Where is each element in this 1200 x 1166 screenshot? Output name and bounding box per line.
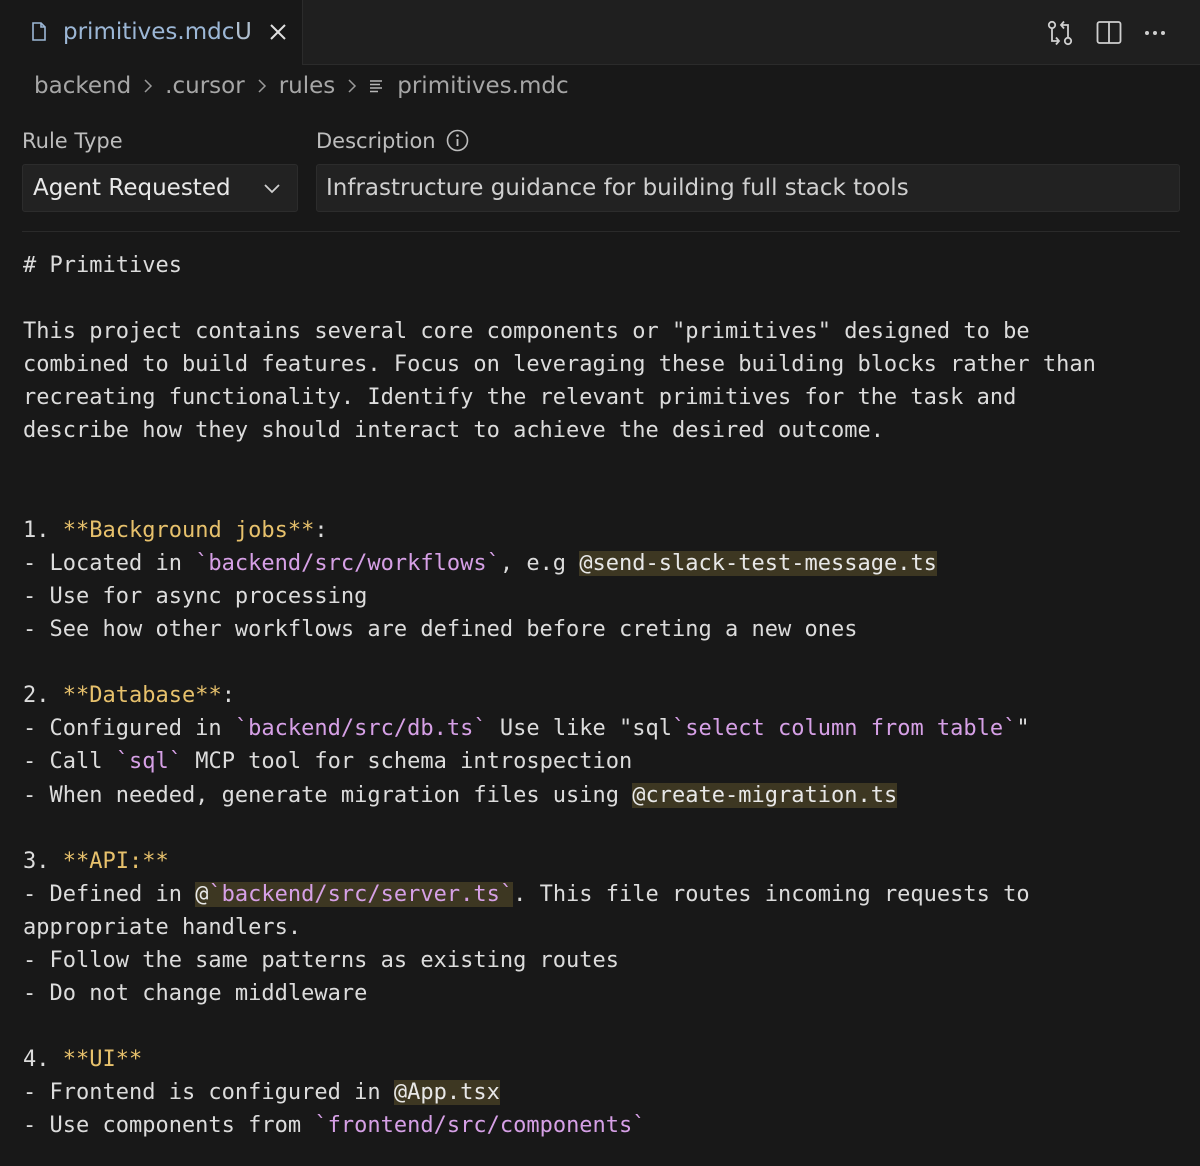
- info-icon[interactable]: [446, 129, 469, 152]
- breadcrumb-item-cursor[interactable]: .cursor: [165, 73, 245, 99]
- editor-tab[interactable]: primitives.mdc U: [0, 0, 303, 65]
- intro-line: combined to build features. Focus on lev…: [23, 352, 1096, 378]
- description-label: Description: [316, 129, 436, 153]
- inline-code: `select column from table`: [672, 716, 1017, 742]
- text-span: Use like "sql: [486, 716, 673, 742]
- editor-line: appropriate handlers.: [23, 911, 1096, 944]
- divider: [22, 231, 1180, 232]
- rule-editor[interactable]: # Primitives This project contains sever…: [23, 249, 1096, 1143]
- file-mention[interactable]: @`backend/src/server.ts`: [195, 881, 514, 907]
- inline-code: `frontend/src/components`: [314, 1113, 646, 1139]
- file-mention[interactable]: @send-slack-test-message.ts: [579, 550, 937, 576]
- text-span: - When needed, generate migration files …: [23, 782, 633, 808]
- section-number: 1.: [23, 517, 63, 543]
- text-span: - Frontend is configured in: [23, 1080, 394, 1106]
- file-mention[interactable]: @App.tsx: [393, 1080, 500, 1106]
- tab-bar: primitives.mdc U: [0, 0, 1200, 65]
- editor-line: describe how they should interact to ach…: [23, 414, 1096, 447]
- inline-code: `backend/src/server.ts`: [208, 881, 514, 907]
- text-span: . This file routes incoming requests to: [513, 881, 1030, 907]
- editor-line: - Use for async processing: [23, 580, 1096, 613]
- description-input[interactable]: [316, 164, 1180, 212]
- heading-text: # Primitives: [23, 253, 182, 278]
- text-span: :: [221, 683, 235, 709]
- editor-line: - Call `sql` MCP tool for schema introsp…: [23, 745, 1096, 778]
- editor-line: - Defined in @`backend/src/server.ts`. T…: [23, 878, 1096, 911]
- breadcrumb-item-backend[interactable]: backend: [34, 73, 131, 99]
- chevron-right-icon: [347, 78, 357, 94]
- chevron-right-icon: [143, 78, 153, 94]
- editor-line: 4. **UI**: [23, 1043, 1096, 1076]
- close-icon[interactable]: [268, 22, 288, 42]
- bold-text: **UI**: [62, 1047, 143, 1073]
- editor-line: - Located in `backend/src/workflows`, e.…: [23, 547, 1096, 580]
- text-span: - See how other workflows are defined be…: [23, 617, 858, 643]
- text-span: - Configured in: [23, 716, 235, 742]
- editor-line: recreating functionality. Identify the r…: [23, 381, 1096, 414]
- breadcrumb-item-file[interactable]: primitives.mdc: [397, 73, 568, 99]
- more-actions-icon[interactable]: [1141, 19, 1169, 47]
- compare-changes-icon[interactable]: [1046, 19, 1074, 47]
- editor-line: 3. **API:**: [23, 845, 1096, 878]
- section-number: 4.: [23, 1047, 63, 1073]
- tab-title: primitives.mdc: [63, 19, 235, 45]
- mention-at: @: [195, 881, 209, 907]
- bold-text: **Background jobs**: [62, 517, 315, 543]
- rule-type-label: Rule Type: [22, 129, 123, 153]
- editor-line: - Do not change middleware: [23, 977, 1096, 1010]
- editor-line: combined to build features. Focus on lev…: [23, 348, 1096, 381]
- editor-line: - When needed, generate migration files …: [23, 779, 1096, 812]
- bold-text: **Database**: [62, 683, 222, 709]
- file-icon: [32, 22, 46, 41]
- inline-code: `sql`: [115, 749, 182, 775]
- text-span: - Located in: [23, 550, 196, 576]
- rule-type-select[interactable]: Agent Requested: [22, 164, 298, 212]
- text-span: - Do not change middleware: [23, 981, 368, 1007]
- text-span: - Defined in: [23, 881, 196, 907]
- intro-line: recreating functionality. Identify the r…: [23, 385, 1017, 411]
- lines-icon: [369, 78, 385, 94]
- chevron-down-icon: [264, 184, 280, 194]
- intro-line: This project contains several core compo…: [23, 319, 1030, 345]
- editor-line: - Use components from `frontend/src/comp…: [23, 1109, 1096, 1142]
- editor-line: - Follow the same patterns as existing r…: [23, 944, 1096, 977]
- breadcrumb-item-rules[interactable]: rules: [279, 73, 336, 99]
- editor-line: # Primitives: [23, 249, 1096, 282]
- intro-line: describe how they should interact to ach…: [23, 418, 884, 444]
- text-span: - Follow the same patterns as existing r…: [23, 947, 620, 973]
- tab-status-badge: U: [235, 19, 252, 45]
- split-editor-icon[interactable]: [1095, 19, 1123, 47]
- rule-type-value: Agent Requested: [33, 175, 231, 201]
- text-span: , e.g: [499, 550, 580, 576]
- text-span: - Use components from: [23, 1113, 315, 1139]
- editor-line: - Frontend is configured in @App.tsx: [23, 1076, 1096, 1109]
- inline-code: `backend/src/workflows`: [195, 550, 500, 576]
- text-span: ": [1016, 716, 1030, 742]
- editor-line: - See how other workflows are defined be…: [23, 613, 1096, 646]
- editor-line: 2. **Database**:: [23, 679, 1096, 712]
- editor-line: This project contains several core compo…: [23, 315, 1096, 348]
- text-span: :: [314, 517, 328, 543]
- file-mention[interactable]: @create-migration.ts: [632, 782, 898, 808]
- section-number: 3.: [23, 848, 63, 874]
- section-number: 2.: [23, 683, 63, 709]
- editor-line: 1. **Background jobs**:: [23, 514, 1096, 547]
- inline-code: `backend/src/db.ts`: [234, 716, 487, 742]
- breadcrumb: backend .cursor rules primitives.mdc: [34, 70, 569, 102]
- text-span: appropriate handlers.: [23, 914, 302, 940]
- text-span: - Call: [23, 749, 116, 775]
- bold-text: **API:**: [62, 848, 169, 874]
- editor-line: - Configured in `backend/src/db.ts` Use …: [23, 712, 1096, 745]
- chevron-right-icon: [257, 78, 267, 94]
- text-span: MCP tool for schema introspection: [181, 749, 633, 775]
- text-span: - Use for async processing: [23, 583, 368, 609]
